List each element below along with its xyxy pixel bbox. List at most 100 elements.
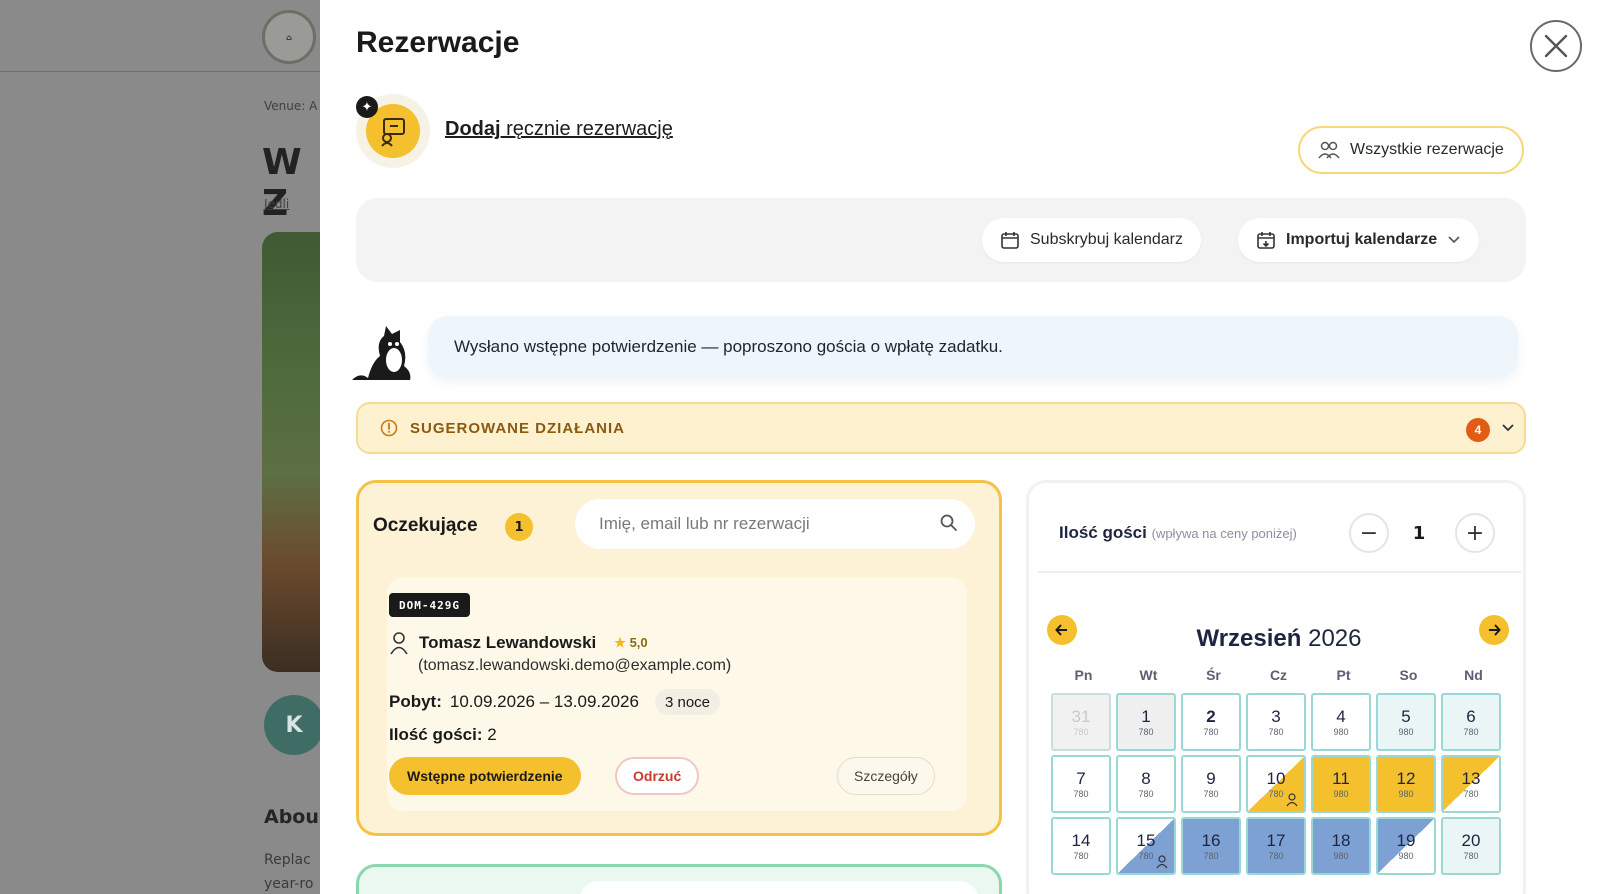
availability-calendar: Ilość gości (wpływa na ceny poniżej) − 1… bbox=[1026, 480, 1526, 894]
guests-selector-value: 1 bbox=[1412, 523, 1426, 544]
calendar-day[interactable]: 1 780 bbox=[1116, 693, 1176, 751]
calendar-day[interactable]: 6 780 bbox=[1441, 693, 1501, 751]
pending-title: Oczekujące bbox=[373, 515, 478, 536]
background-avatar: K bbox=[264, 695, 324, 755]
day-number: 18 bbox=[1331, 831, 1351, 850]
stay-label: Pobyt: bbox=[389, 692, 442, 711]
stay-dates: 10.09.2026 – 13.09.2026 bbox=[449, 692, 639, 711]
day-number: 5 bbox=[1401, 707, 1411, 726]
close-icon bbox=[1544, 34, 1568, 58]
day-price: 780 bbox=[1073, 789, 1089, 799]
day-number: 20 bbox=[1461, 831, 1481, 850]
day-number: 15 bbox=[1136, 831, 1156, 850]
calendar-day[interactable]: 4 980 bbox=[1311, 693, 1371, 751]
day-price: 780 bbox=[1138, 789, 1154, 799]
add-reservation-link[interactable]: Dodaj ręcznie rezerwację bbox=[445, 118, 673, 141]
calendar-day[interactable]: 14 780 bbox=[1051, 817, 1111, 875]
day-number: 2 bbox=[1206, 707, 1216, 726]
day-number: 16 bbox=[1201, 831, 1221, 850]
calendar-day[interactable]: 8 780 bbox=[1116, 755, 1176, 813]
search-placeholder: Imię, email lub nr rezerwacji bbox=[599, 514, 810, 533]
pending-count-badge: 1 bbox=[505, 513, 533, 541]
close-button[interactable] bbox=[1530, 20, 1582, 72]
suggested-actions-bar[interactable]: SUGEROWANE DZIAŁANIA 4 bbox=[356, 402, 1526, 454]
reject-button[interactable]: Odrzuć bbox=[615, 757, 700, 795]
day-price: 780 bbox=[1203, 789, 1219, 799]
calendar-day[interactable]: 7 780 bbox=[1051, 755, 1111, 813]
calendar-day[interactable]: 9 780 bbox=[1181, 755, 1241, 813]
calendar-day[interactable]: 5 980 bbox=[1376, 693, 1436, 751]
suggested-actions-label: SUGEROWANE DZIAŁANIA bbox=[410, 419, 625, 437]
weekday-label: Pt bbox=[1336, 667, 1351, 683]
next-section-card bbox=[356, 864, 1002, 894]
guest-name: Tomasz Lewandowski bbox=[419, 633, 597, 652]
info-banner: Wysłano wstępne potwierdzenie — poproszo… bbox=[428, 316, 1518, 378]
calendar-day[interactable]: 13 780 bbox=[1441, 755, 1501, 813]
calendar-day[interactable]: 17 780 bbox=[1246, 817, 1306, 875]
preliminary-confirm-button[interactable]: Wstępne potwierdzenie bbox=[389, 757, 581, 795]
alert-circle-icon bbox=[380, 419, 398, 437]
import-calendars-label: Importuj kalendarze bbox=[1286, 231, 1438, 248]
weekday-label: Pn bbox=[1074, 667, 1093, 683]
weekday-label: Wt bbox=[1139, 667, 1158, 683]
import-calendars-dropdown[interactable]: Importuj kalendarze bbox=[1238, 218, 1480, 262]
day-price: 780 bbox=[1138, 727, 1154, 737]
guest-email: (tomasz.lewandowski.demo@example.com) bbox=[418, 657, 732, 674]
all-reservations-label: Wszystkie rezerwacje bbox=[1350, 141, 1504, 158]
next-month-button[interactable] bbox=[1479, 615, 1509, 645]
user-icon bbox=[390, 632, 408, 655]
details-button[interactable]: Szczegóły bbox=[837, 757, 935, 795]
background-text: Replac year-ro bbox=[264, 848, 313, 894]
day-price: 780 bbox=[1268, 727, 1284, 737]
easel-icon bbox=[381, 118, 405, 147]
calendar-day[interactable]: 18 980 bbox=[1311, 817, 1371, 875]
arrow-right-icon bbox=[1489, 624, 1501, 636]
stay-row: Pobyt: 10.09.2026 – 13.09.2026 3 noce bbox=[389, 689, 721, 715]
guests-decrement-button[interactable]: − bbox=[1349, 513, 1389, 553]
calendar-day[interactable]: 12 980 bbox=[1376, 755, 1436, 813]
background-venue-label: Venue: A bbox=[264, 99, 318, 113]
background-location: Jedli bbox=[264, 197, 290, 211]
day-number: 19 bbox=[1396, 831, 1416, 850]
weekday-label: So bbox=[1399, 667, 1418, 683]
calendar-day[interactable]: 16 780 bbox=[1181, 817, 1241, 875]
day-number: 9 bbox=[1206, 769, 1216, 788]
calendar-day[interactable]: 20 780 bbox=[1441, 817, 1501, 875]
month-year: 2026 bbox=[1308, 625, 1362, 652]
guests-count-value: 2 bbox=[487, 725, 497, 744]
calendar-day[interactable]: 31 780 bbox=[1051, 693, 1111, 751]
calendar-day[interactable]: 19 980 bbox=[1376, 817, 1436, 875]
guest-rating-value: 5,0 bbox=[629, 635, 648, 650]
calendar-day[interactable]: 10 780 bbox=[1246, 755, 1306, 813]
day-price: 980 bbox=[1398, 851, 1414, 861]
day-number: 31 bbox=[1071, 707, 1091, 726]
calendar-day[interactable]: 3 780 bbox=[1246, 693, 1306, 751]
divider bbox=[1037, 571, 1521, 573]
subscribe-calendar-button[interactable]: Subskrybuj kalendarz bbox=[982, 218, 1201, 262]
background-text-line-1: Replac bbox=[264, 852, 311, 868]
calendar-day[interactable]: 2 780 bbox=[1181, 693, 1241, 751]
mascot-cat-icon bbox=[352, 326, 411, 380]
day-price: 980 bbox=[1398, 789, 1414, 799]
month-name: Wrzesień bbox=[1196, 625, 1302, 652]
calendar-toolbar: Subskrybuj kalendarz Importuj kalendarze bbox=[356, 198, 1526, 282]
reservations-drawer: Rezerwacje ✦ Dodaj ręcznie rezerwację Ws… bbox=[320, 0, 1600, 894]
guests-count-label: Ilość gości: bbox=[389, 725, 483, 744]
calendar-day[interactable]: 15 780 bbox=[1116, 817, 1176, 875]
day-price: 780 bbox=[1203, 727, 1219, 737]
background-page: ⌂ Venue: A W Z Jedli K Abou Replac year-… bbox=[0, 0, 330, 894]
weekday-label: Cz bbox=[1269, 667, 1288, 683]
day-price: 980 bbox=[1333, 851, 1349, 861]
guest-checkin-icon bbox=[1286, 793, 1298, 807]
day-number: 1 bbox=[1141, 707, 1151, 726]
chevron-down-icon bbox=[1448, 236, 1460, 244]
all-reservations-button[interactable]: Wszystkie rezerwacje bbox=[1298, 126, 1524, 174]
day-number: 3 bbox=[1271, 707, 1281, 726]
search-input[interactable]: Imię, email lub nr rezerwacji bbox=[575, 499, 975, 549]
next-section-search[interactable] bbox=[579, 881, 979, 894]
background-logo: ⌂ bbox=[262, 10, 316, 64]
calendar-day[interactable]: 11 980 bbox=[1311, 755, 1371, 813]
days-grid: 31 780 1 780 2 780 3 780 4 980 5 980 6 780 7 780 8 780 9 78… bbox=[1051, 693, 1501, 875]
pending-reservations-card: Oczekujące 1 Imię, email lub nr rezerwac… bbox=[356, 480, 1002, 836]
guests-increment-button[interactable]: + bbox=[1455, 513, 1495, 553]
